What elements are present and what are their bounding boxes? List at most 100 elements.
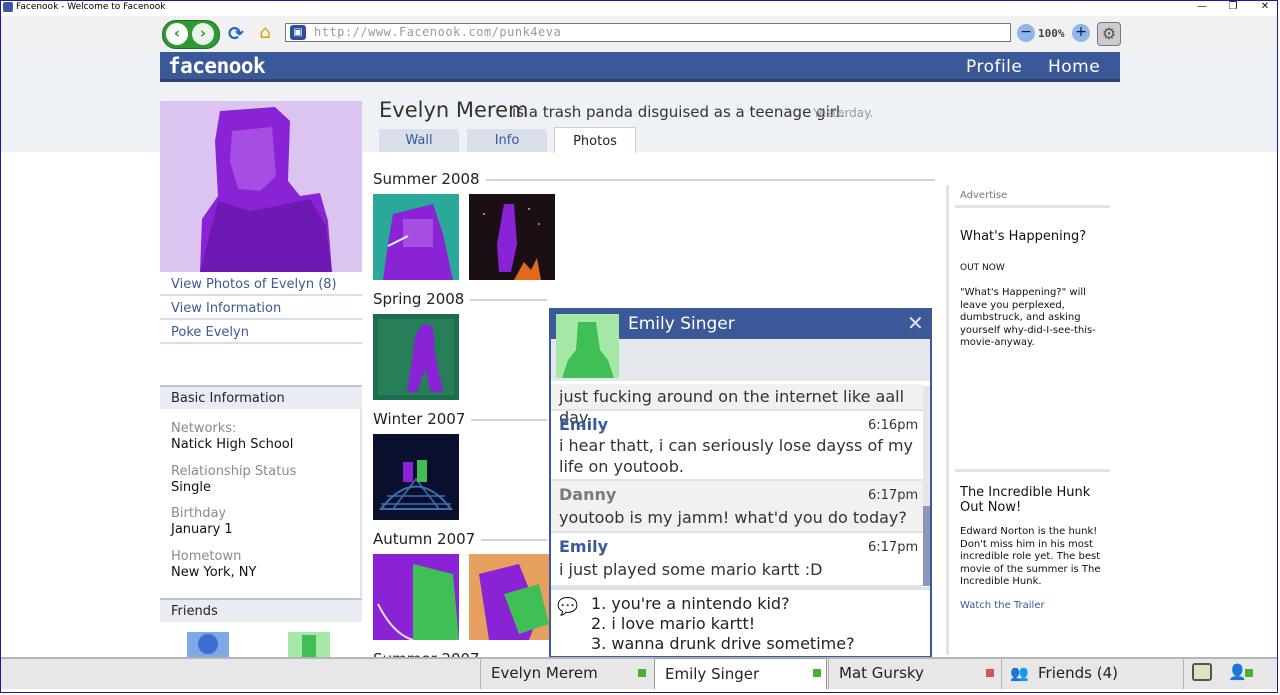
album-photo[interactable] <box>373 314 459 400</box>
message-time: 6:17pm <box>868 488 919 503</box>
zoom-out-button[interactable]: − <box>1017 24 1035 42</box>
zoom-level: 100% <box>1038 27 1065 40</box>
chat-message: just fucking around on the internet like… <box>551 384 923 427</box>
tab-wall[interactable]: Wall <box>379 129 459 152</box>
chat-message: Danny 6:17pm youtoob is my jamm! what'd … <box>551 481 923 533</box>
message-sender: Emily <box>559 415 608 434</box>
hometown-label: Hometown <box>171 549 242 564</box>
view-photos-link[interactable]: View Photos of Evelyn (8) <box>160 274 362 296</box>
chat-scrollbar-thumb[interactable] <box>923 506 930 586</box>
album-title: Autumn 2007 <box>373 530 482 548</box>
taskbar-label: Emily Singer <box>665 665 760 683</box>
reply-option[interactable]: 1. you're a nintendo kid? <box>591 594 790 613</box>
status-timestamp: Yesterday. <box>813 106 874 120</box>
gear-icon[interactable]: ⚙ <box>1097 22 1121 46</box>
section-divider <box>463 299 547 301</box>
chat-title: Emily Singer <box>628 314 735 334</box>
url-text[interactable]: http://www.Facenook.com/punk4eva <box>314 25 561 39</box>
ad-title[interactable]: The Incredible Hunk Out Now! <box>960 485 1100 515</box>
person-icon[interactable]: 👤 <box>1228 663 1247 681</box>
nav-profile-link[interactable]: Profile <box>966 57 1022 77</box>
album-photo[interactable] <box>373 434 459 520</box>
friend-avatar[interactable] <box>187 632 229 657</box>
message-text: i just played some mario kartt :D <box>559 560 823 579</box>
message-sender: Danny <box>559 485 617 504</box>
message-text: youtoob is my jamm! what'd you do today? <box>559 508 907 527</box>
networks-label: Networks: <box>171 421 237 436</box>
birthday-value: January 1 <box>171 522 233 537</box>
relationship-value: Single <box>171 480 211 495</box>
profile-picture[interactable] <box>160 101 362 272</box>
message-time: 6:16pm <box>868 418 919 433</box>
app-icon <box>3 2 13 12</box>
offline-status-dot <box>986 669 994 677</box>
networks-value: Natick High School <box>171 437 294 452</box>
close-icon[interactable]: ✕ <box>907 311 924 335</box>
taskbar-chat-evelyn[interactable]: Evelyn Merem <box>480 658 653 689</box>
album-photo[interactable] <box>373 554 459 640</box>
friends-heading: Friends <box>160 598 362 622</box>
taskbar-chat-emily[interactable]: Emily Singer <box>654 658 827 689</box>
monitor-icon[interactable] <box>1192 663 1212 681</box>
online-status-dot <box>638 669 646 677</box>
ad-divider <box>955 205 1110 208</box>
chat-window: Emily Singer ✕ just fucking around on th… <box>549 308 932 658</box>
album-title: Winter 2007 <box>373 410 472 428</box>
basic-info-heading: Basic Information <box>160 385 362 409</box>
album-photo[interactable] <box>469 554 549 640</box>
album-photo[interactable] <box>469 194 555 280</box>
nav-home-link[interactable]: Home <box>1048 57 1100 77</box>
online-status-dot <box>813 669 821 677</box>
window-title-bar: Facenook - Welcome to Facenook — ❐ ✕ <box>0 0 1280 15</box>
album-photo[interactable] <box>373 194 459 280</box>
relationship-label: Relationship Status <box>171 464 297 479</box>
ad-title[interactable]: What's Happening? <box>960 229 1086 244</box>
chat-divider <box>551 587 930 590</box>
taskbar-label: Evelyn Merem <box>491 664 598 682</box>
tab-photos[interactable]: Photos <box>554 127 636 153</box>
section-divider <box>463 419 547 421</box>
close-window-button[interactable]: ✕ <box>1255 1 1275 12</box>
poke-link[interactable]: Poke Evelyn <box>160 322 362 344</box>
birthday-label: Birthday <box>171 506 227 521</box>
album-title: Summer 2008 <box>373 170 486 188</box>
friend-avatar[interactable] <box>288 632 330 657</box>
taskbar-chat-mat[interactable]: Mat Gursky <box>828 658 1001 689</box>
view-information-link[interactable]: View Information <box>160 298 362 320</box>
reload-icon[interactable]: ⟳ <box>226 24 246 44</box>
zoom-in-button[interactable]: + <box>1072 24 1090 42</box>
window-title: Facenook - Welcome to Facenook <box>16 2 166 12</box>
profile-name: Evelyn Merem <box>379 98 529 122</box>
tab-info[interactable]: Info <box>467 129 547 152</box>
site-logo[interactable]: facenook <box>168 54 266 78</box>
ad-subtitle: OUT NOW <box>960 263 1005 273</box>
history-nav: ‹ › <box>162 20 220 49</box>
advertise-label[interactable]: Advertise <box>960 190 1007 201</box>
address-bar[interactable]: ▣ http://www.Facenook.com/punk4eva <box>285 23 1011 42</box>
chat-message: Emily 6:16pm i hear thatt, i can serious… <box>551 411 923 481</box>
chat-message: Emily 6:17pm i just played some mario ka… <box>551 533 923 587</box>
album-title: Spring 2008 <box>373 290 471 308</box>
taskbar-label: Mat Gursky <box>839 664 924 682</box>
restore-button[interactable]: ❐ <box>1223 1 1243 12</box>
home-icon[interactable]: ⌂ <box>255 23 275 43</box>
reply-option[interactable]: 3. wanna drunk drive sometime? <box>591 634 855 653</box>
ad-body: Edward Norton is the hunk! Don't miss hi… <box>960 526 1101 587</box>
message-time: 6:17pm <box>868 540 919 555</box>
watch-trailer-link[interactable]: Watch the Trailer <box>960 600 1045 611</box>
back-button[interactable]: ‹ <box>166 23 188 45</box>
reply-option[interactable]: 2. i love mario kartt! <box>591 614 755 633</box>
avatar <box>556 314 619 378</box>
minimize-button[interactable]: — <box>1192 1 1212 12</box>
hometown-value: New York, NY <box>171 565 257 580</box>
taskbar-friends-label: Friends (4) <box>1038 664 1118 682</box>
online-status-dot <box>1245 669 1253 677</box>
ad-body: "What's Happening?" will leave you perpl… <box>960 287 1096 348</box>
ad-divider <box>955 469 1110 472</box>
forward-button[interactable]: › <box>192 23 214 45</box>
speech-bubbles-icon: 💬 <box>557 597 579 617</box>
status-text: is a trash panda disguised as a teenage … <box>512 103 845 121</box>
album-title: Summer 2007 <box>373 650 486 657</box>
friends-icon: 👥 <box>1010 664 1029 682</box>
message-text: i hear thatt, i can seriously lose dayss… <box>559 436 913 476</box>
